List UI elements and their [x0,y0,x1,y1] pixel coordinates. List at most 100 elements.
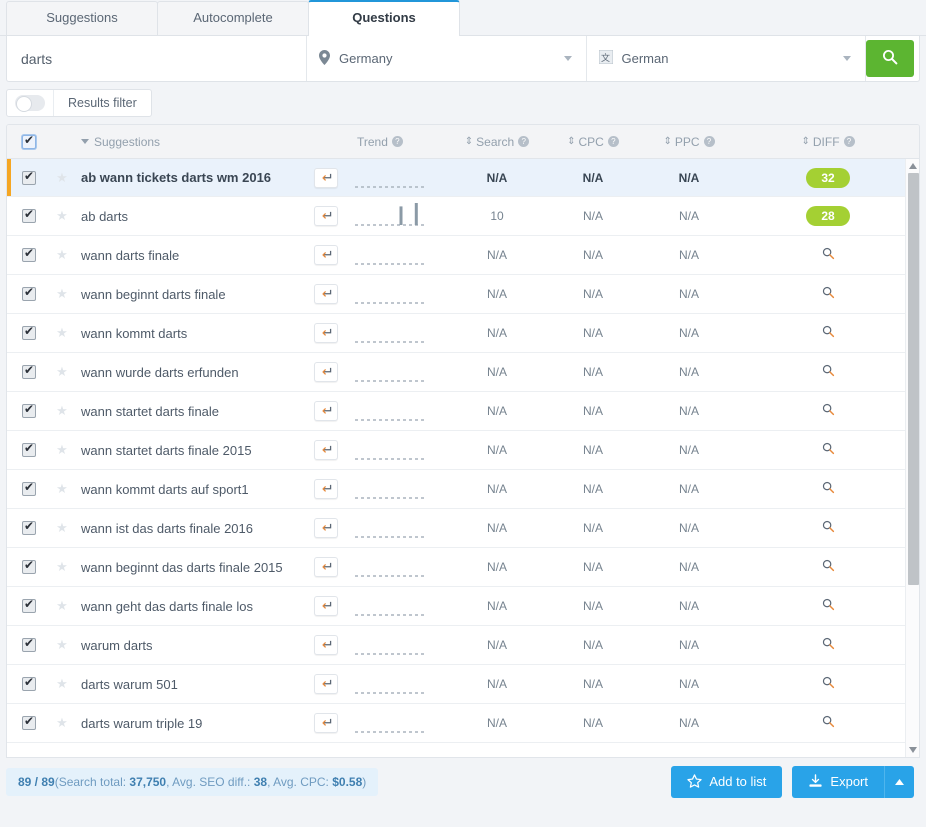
table-row[interactable]: ★ darts warum triple 19 N/A N/A N/A [7,704,919,743]
row-action-cell[interactable] [303,518,349,538]
row-select-cell[interactable] [7,675,51,691]
row-select-cell[interactable] [7,363,51,379]
diff-search-icon[interactable] [822,520,835,536]
open-keyword-button[interactable] [314,206,338,226]
row-favorite-cell[interactable]: ★ [51,403,73,419]
row-keyword[interactable]: darts warum 501 [73,677,303,692]
open-keyword-button[interactable] [314,401,338,421]
row-favorite-cell[interactable]: ★ [51,481,73,497]
row-favorite-cell[interactable]: ★ [51,715,73,731]
row-checkbox[interactable] [22,285,36,301]
table-row[interactable]: ★ wann beginnt das darts finale 2015 N/A… [7,548,919,587]
open-keyword-button[interactable] [314,167,338,188]
open-keyword-button[interactable] [314,596,338,616]
row-keyword[interactable]: wann geht das darts finale los [73,599,303,614]
row-select-cell[interactable] [7,597,51,613]
help-icon[interactable]: ? [607,136,619,147]
star-icon[interactable]: ★ [56,247,68,263]
row-keyword[interactable]: ab darts [73,209,303,224]
row-checkbox[interactable] [22,714,36,730]
star-icon[interactable]: ★ [56,598,68,614]
table-row[interactable]: ★ wann ist das darts finale 2016 N/A N/A… [7,509,919,548]
row-favorite-cell[interactable]: ★ [51,598,73,614]
table-row[interactable]: ★ wann darts finale N/A N/A N/A [7,236,919,275]
tab-autocomplete[interactable]: Autocomplete [157,1,309,35]
star-icon[interactable]: ★ [56,481,68,497]
star-icon[interactable]: ★ [56,364,68,380]
tab-suggestions[interactable]: Suggestions [6,1,158,35]
row-action-cell[interactable] [303,245,349,265]
row-favorite-cell[interactable]: ★ [51,364,73,380]
table-row[interactable]: ★ wann beginnt darts finale N/A N/A N/A [7,275,919,314]
open-keyword-button[interactable] [314,479,338,499]
table-row[interactable]: ★ ab darts 10 N/A N/A 28 [7,197,919,236]
row-favorite-cell[interactable]: ★ [51,637,73,653]
row-action-cell[interactable] [303,557,349,577]
row-checkbox[interactable] [22,675,36,691]
row-favorite-cell[interactable]: ★ [51,208,73,224]
language-select[interactable]: 文 German [587,36,866,81]
scroll-up-arrow-icon[interactable] [906,159,919,173]
row-keyword[interactable]: wann darts finale [73,248,303,263]
row-checkbox[interactable] [22,246,36,262]
row-favorite-cell[interactable]: ★ [51,559,73,575]
row-select-cell[interactable] [7,636,51,652]
row-checkbox[interactable] [22,207,36,223]
row-checkbox[interactable] [22,402,36,418]
diff-search-icon[interactable] [822,676,835,692]
row-select-cell[interactable] [7,324,51,340]
row-keyword[interactable]: wann kommt darts auf sport1 [73,482,303,497]
diff-search-icon[interactable] [822,559,835,575]
row-action-cell[interactable] [303,362,349,382]
row-action-cell[interactable] [303,713,349,733]
row-checkbox[interactable] [22,636,36,652]
row-action-cell[interactable] [303,635,349,655]
row-checkbox[interactable] [22,519,36,535]
diff-search-icon[interactable] [822,637,835,653]
star-icon[interactable]: ★ [56,442,68,458]
row-action-cell[interactable] [303,284,349,304]
row-action-cell[interactable] [303,323,349,343]
row-favorite-cell[interactable]: ★ [51,442,73,458]
star-icon[interactable]: ★ [56,520,68,536]
row-select-cell[interactable] [7,480,51,496]
export-button[interactable]: Export [792,765,884,798]
help-icon[interactable]: ? [391,136,403,147]
tab-questions[interactable]: Questions [308,0,460,36]
row-action-cell[interactable] [303,596,349,616]
country-select[interactable]: Germany [307,36,587,81]
star-icon[interactable]: ★ [56,403,68,419]
row-keyword[interactable]: darts warum triple 19 [73,716,303,731]
row-keyword[interactable]: wann startet darts finale [73,404,303,419]
open-keyword-button[interactable] [314,518,338,538]
row-keyword[interactable]: wann startet darts finale 2015 [73,443,303,458]
open-keyword-button[interactable] [314,245,338,265]
diff-search-icon[interactable] [822,364,835,380]
help-icon[interactable]: ? [703,136,715,147]
table-row[interactable]: ★ wann geht das darts finale los N/A N/A… [7,587,919,626]
row-keyword[interactable]: wann kommt darts [73,326,303,341]
scroll-down-arrow-icon[interactable] [906,743,919,757]
row-favorite-cell[interactable]: ★ [51,286,73,302]
table-row[interactable]: ★ wann startet darts finale N/A N/A N/A [7,392,919,431]
row-favorite-cell[interactable]: ★ [51,170,73,186]
header-select-all[interactable] [7,133,51,149]
diff-search-icon[interactable] [822,403,835,419]
row-checkbox[interactable] [22,441,36,457]
row-checkbox[interactable] [22,597,36,613]
row-checkbox[interactable] [22,324,36,340]
header-diff[interactable]: ⇕ DIFF ? [737,135,919,149]
row-select-cell[interactable] [7,402,51,418]
row-checkbox[interactable] [22,363,36,379]
star-icon[interactable]: ★ [56,715,68,731]
row-select-cell[interactable] [7,246,51,262]
table-row[interactable]: ★ warum darts N/A N/A N/A [7,626,919,665]
row-action-cell[interactable] [303,479,349,499]
open-keyword-button[interactable] [314,323,338,343]
diff-search-icon[interactable] [822,247,835,263]
results-filter-toggle[interactable] [15,95,45,112]
header-ppc[interactable]: ⇕ PPC ? [641,135,737,149]
open-keyword-button[interactable] [314,557,338,577]
row-checkbox[interactable] [22,480,36,496]
star-icon[interactable]: ★ [56,170,68,186]
